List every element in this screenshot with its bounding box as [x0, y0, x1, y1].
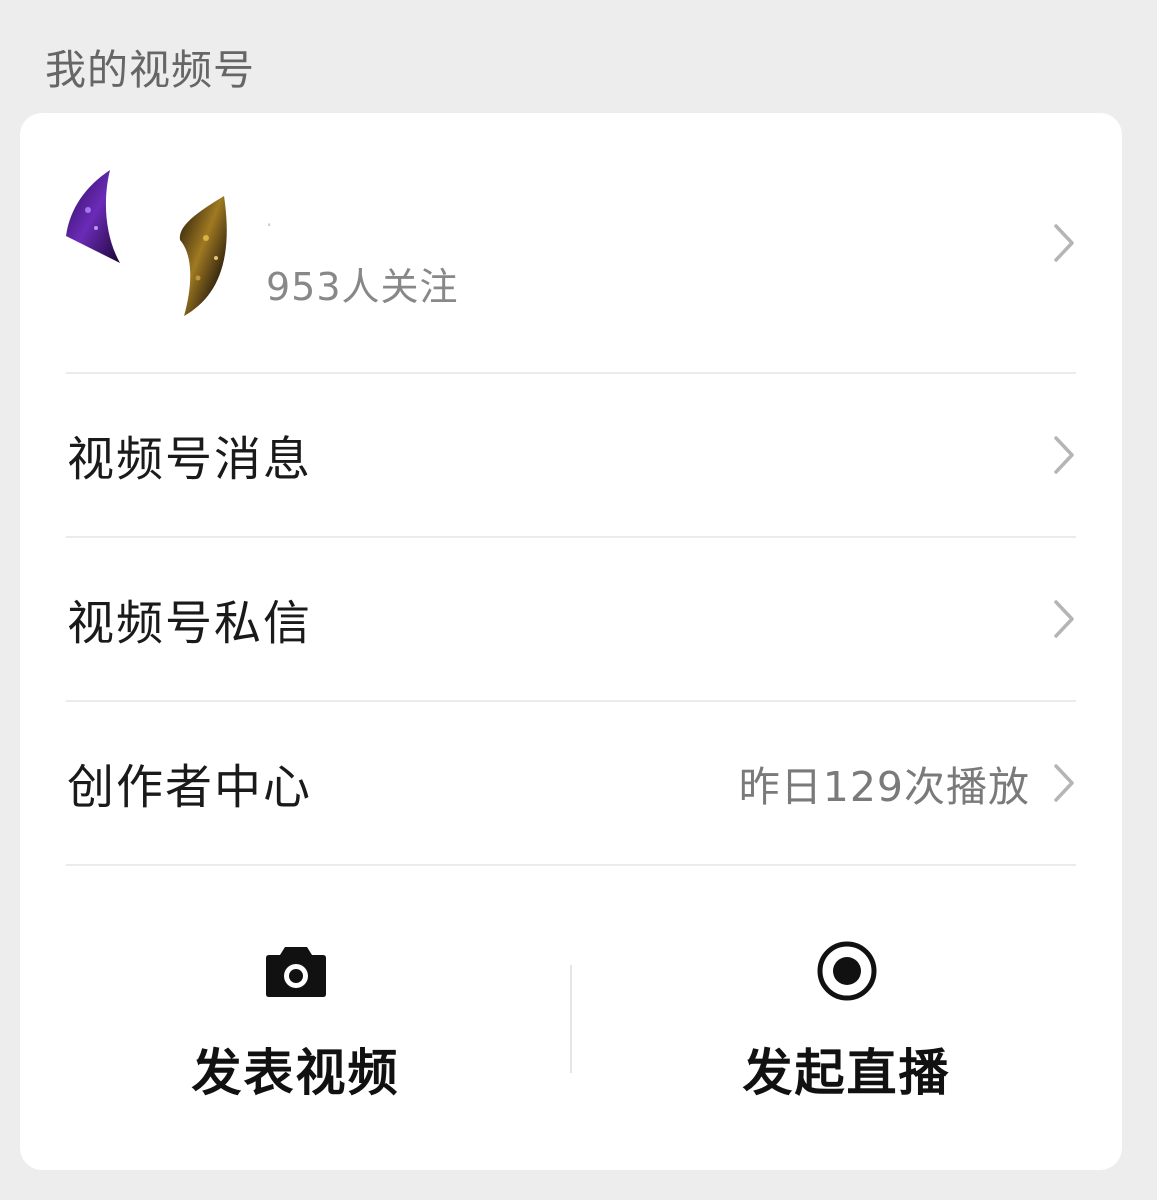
menu-item-label: 视频号私信 — [67, 596, 312, 652]
publish-video-label: 发表视频 — [191, 1044, 400, 1102]
start-live-label: 发起直播 — [742, 1044, 951, 1102]
play-count-text: 昨日129次播放 — [738, 763, 1030, 811]
menu-item-label: 创作者中心 — [67, 760, 312, 816]
live-record-icon — [815, 939, 879, 1003]
profile-name: · — [266, 213, 273, 237]
publish-video-button[interactable]: 发表视频 — [20, 865, 571, 1170]
follower-count: 953人关注 — [266, 265, 459, 309]
chevron-right-icon — [1053, 599, 1075, 639]
chevron-right-icon — [1053, 223, 1075, 263]
chevron-right-icon — [1053, 435, 1075, 475]
menu-item-creator-center[interactable]: 创作者中心 昨日129次播放 — [20, 702, 1122, 864]
action-area: 发表视频 发起直播 — [20, 865, 1122, 1170]
menu-item-label: 视频号消息 — [67, 432, 312, 488]
profile-row[interactable]: · 953人关注 — [20, 113, 1122, 373]
section-title: 我的视频号 — [45, 46, 255, 94]
avatar — [66, 168, 236, 318]
camera-icon — [265, 945, 327, 997]
menu-item-channel-messages[interactable]: 视频号消息 — [20, 374, 1122, 536]
chevron-right-icon — [1053, 763, 1075, 803]
start-live-button[interactable]: 发起直播 — [571, 865, 1122, 1170]
menu-item-channel-private-messages[interactable]: 视频号私信 — [20, 538, 1122, 700]
channels-card: · 953人关注 视频号消息 视频号私信 创作者中心 昨日129次播放 发表视频… — [20, 113, 1122, 1170]
